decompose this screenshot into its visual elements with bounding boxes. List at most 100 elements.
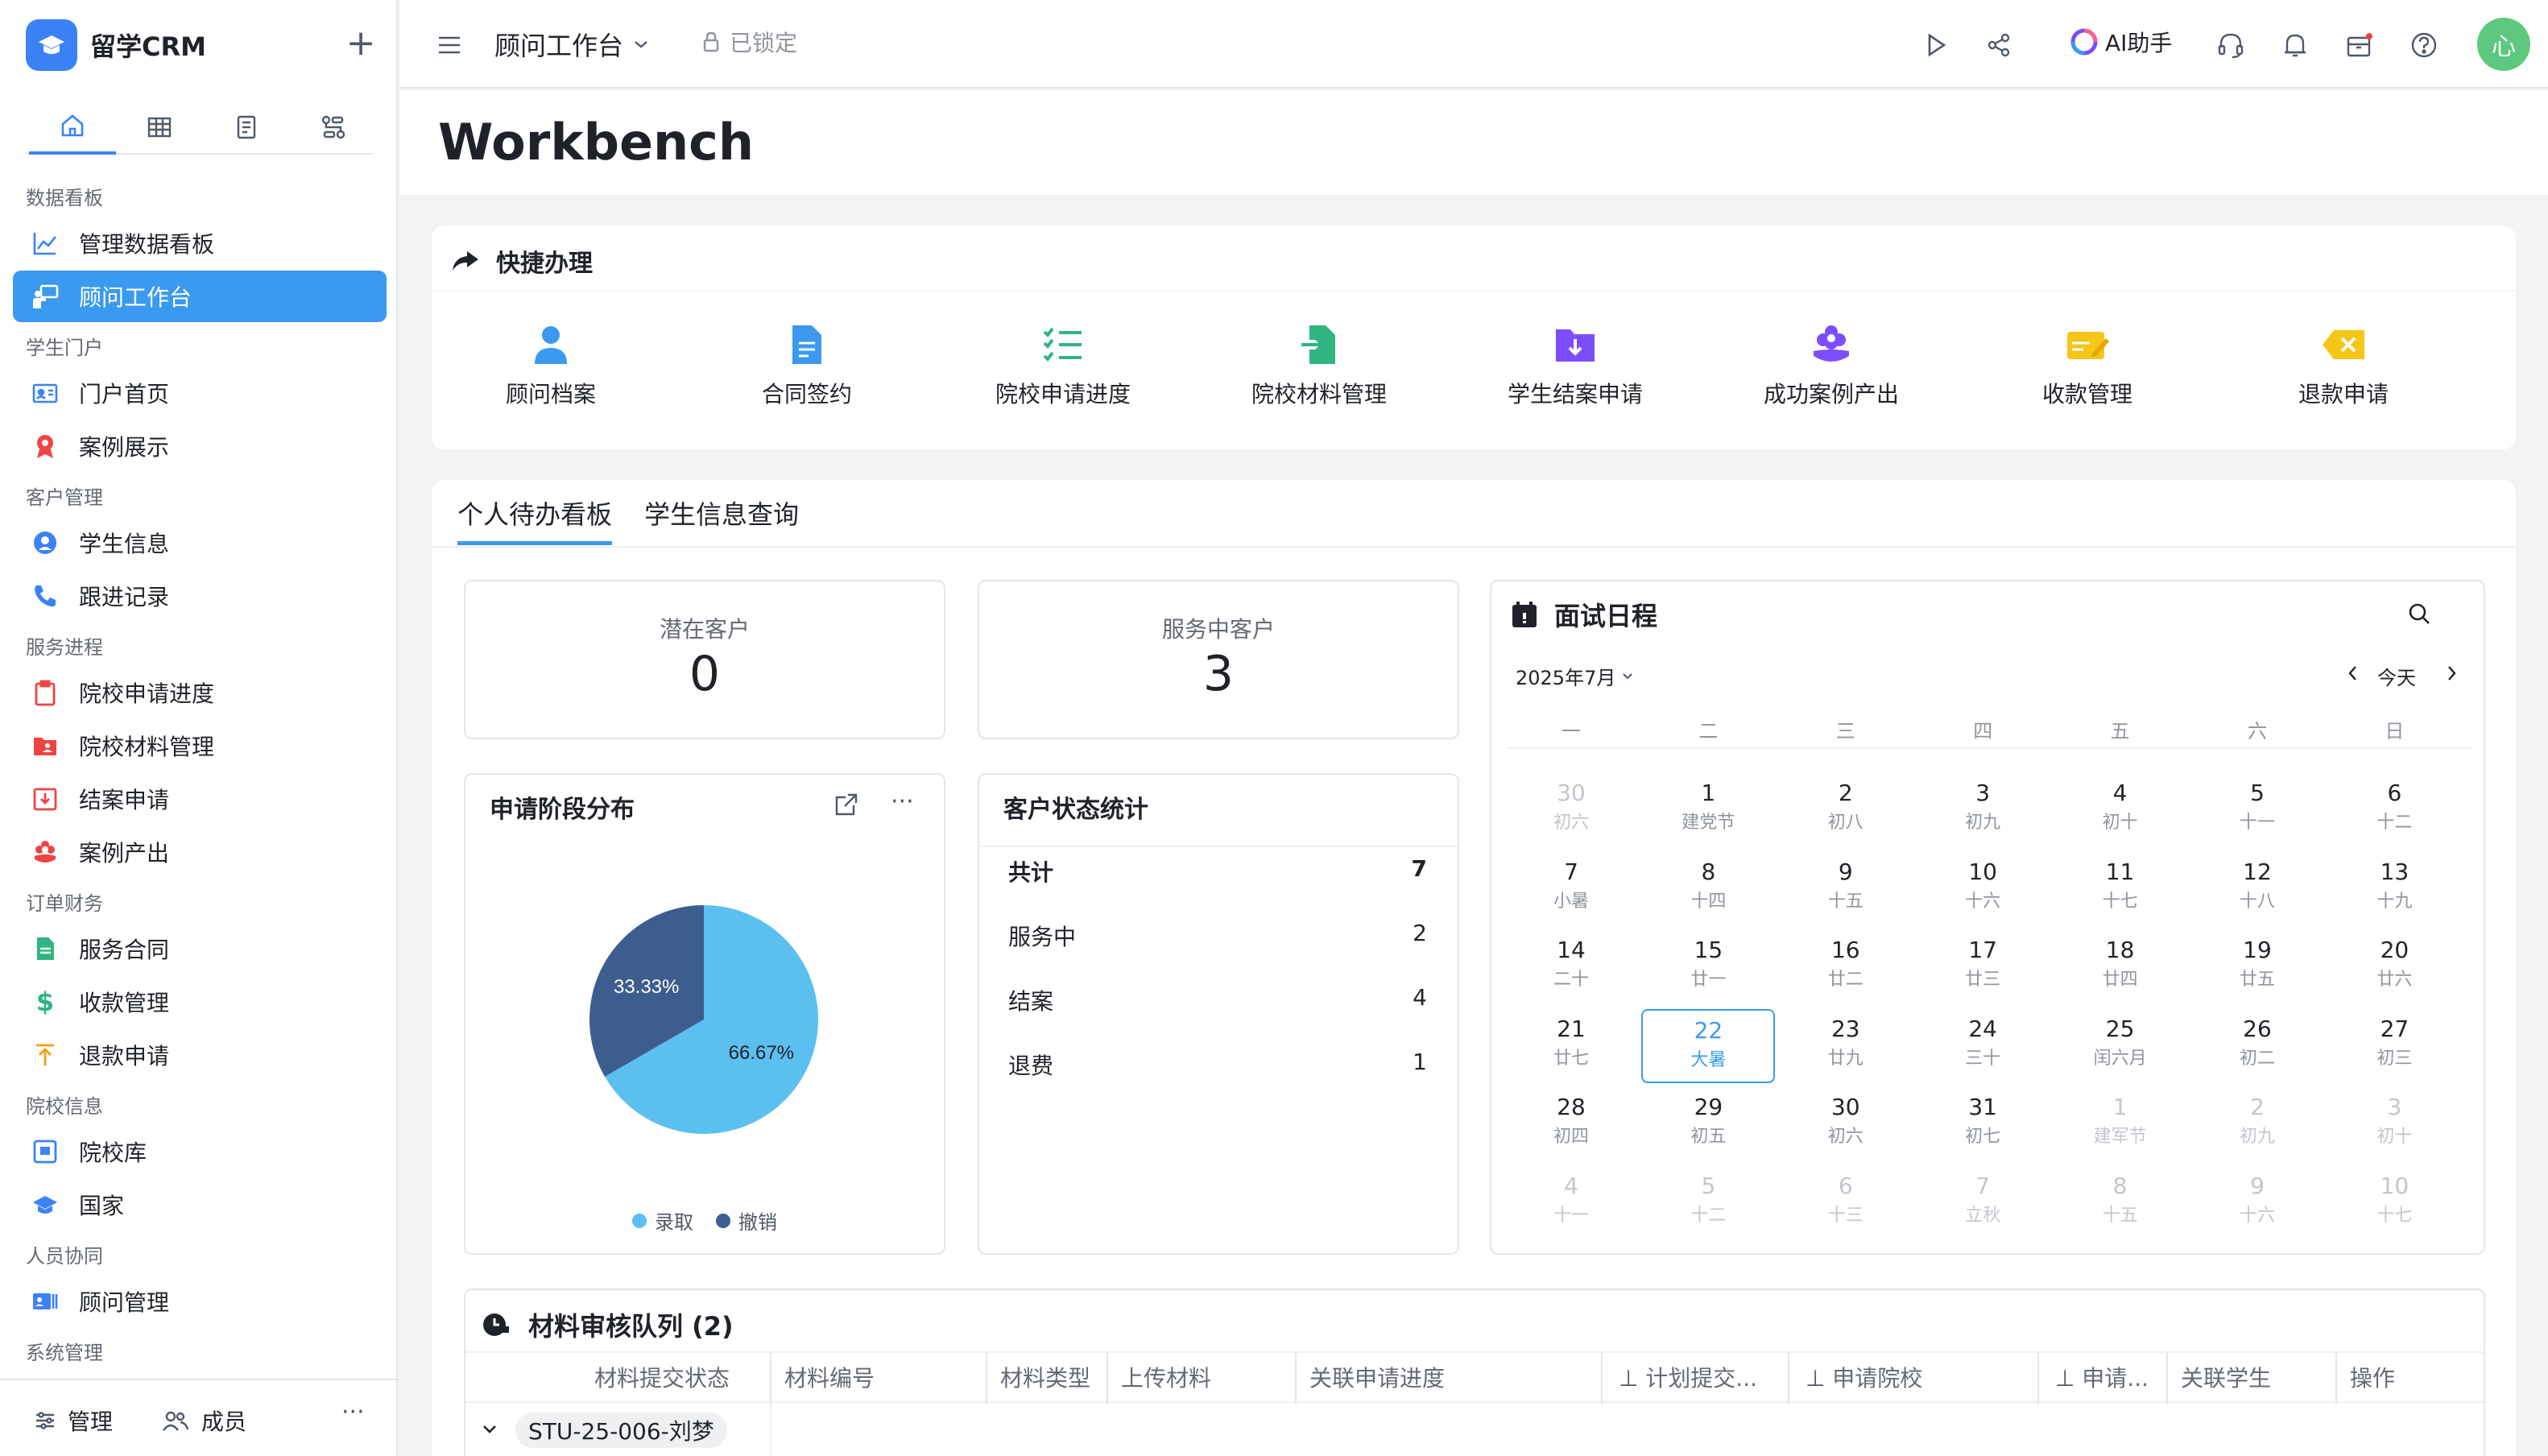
col-header[interactable]: 材料类型 [987,1353,1108,1404]
headset-icon[interactable] [2215,29,2247,61]
calendar-day[interactable]: 21 廿七 [1504,1009,1638,1083]
quick-action-checklist[interactable]: 院校申请进度 [974,322,1152,409]
nav-item-school-library[interactable]: 院校库 [13,1126,387,1177]
calendar-day[interactable]: 5 十二 [1641,1166,1775,1240]
quick-action-document[interactable]: 合同签约 [718,322,896,409]
calendar-day[interactable]: 11 十七 [2054,852,2187,926]
calendar-day[interactable]: 13 十九 [2327,852,2461,926]
nav-item-country[interactable]: 国家 [13,1179,387,1231]
calendar-day[interactable]: 7 立秋 [1916,1166,2050,1240]
quick-action-file-import[interactable]: 院校材料管理 [1231,322,1408,409]
calendar-day[interactable]: 27 初三 [2327,1009,2461,1083]
today-button[interactable]: 今天 [2377,662,2416,690]
calendar-day[interactable]: 9 十六 [2190,1166,2324,1240]
nav-item-case-closure[interactable]: 结案申请 [13,773,387,825]
calendar-day[interactable]: 19 廿五 [2190,930,2324,1004]
nav-item-materials[interactable]: 院校材料管理 [13,720,387,771]
more-icon[interactable]: ··· [341,1398,365,1426]
quick-action-pen-card[interactable]: 收款管理 [1999,322,2176,409]
calendar-day[interactable]: 30 初六 [1504,773,1638,847]
calendar-day[interactable]: 4 十一 [1504,1166,1638,1240]
chevron-down-icon[interactable] [482,1424,498,1435]
document-tab-icon[interactable] [203,100,290,155]
quick-action-flower[interactable]: 成功案例产出 [1743,322,1920,409]
col-header[interactable]: 材料编号 [771,1353,987,1404]
calendar-day[interactable]: 1 建军节 [2054,1087,2187,1161]
play-icon[interactable] [1920,29,1952,61]
search-icon[interactable] [2406,601,2432,630]
next-month-icon[interactable] [2443,664,2459,686]
calendar-day[interactable]: 10 十七 [2327,1166,2461,1240]
manage-button[interactable]: 管理 [34,1404,113,1437]
nav-item-advisor-management[interactable]: 顾问管理 [13,1276,387,1327]
inbox-icon[interactable] [2343,29,2376,61]
calendar-day[interactable]: 6 十三 [1779,1166,1913,1240]
calendar-day[interactable]: 12 十八 [2190,852,2324,926]
prev-month-icon[interactable] [2345,664,2361,686]
col-header[interactable]: ⊥ 申请院校 [1789,1353,2039,1404]
calendar-day[interactable]: 25 闰六月 [2054,1009,2187,1083]
col-header[interactable]: 材料提交状态 [465,1353,771,1404]
legend-item[interactable]: 撤销 [716,1206,777,1235]
calendar-day[interactable]: 20 廿六 [2327,930,2461,1004]
nav-item-refund[interactable]: 退款申请 [13,1029,387,1081]
nav-item-application-progress[interactable]: 院校申请进度 [13,667,387,718]
calendar-day[interactable]: 3 初十 [2327,1087,2461,1161]
month-selector[interactable]: 2025年7月 [1516,662,1633,690]
calendar-day[interactable]: 4 初十 [2054,773,2187,847]
calendar-day[interactable]: 9 十五 [1779,852,1913,926]
calendar-day[interactable]: 10 十六 [1916,852,2050,926]
nav-item-followup[interactable]: 跟进记录 [13,570,387,622]
calendar-day[interactable]: 24 三十 [1916,1009,2050,1083]
calendar-day[interactable]: 28 初四 [1504,1087,1638,1161]
calendar-day[interactable]: 8 十四 [1641,852,1775,926]
nav-item-advisor-workbench[interactable]: 顾问工作台 [13,271,387,322]
quick-action-folder-download[interactable]: 学生结案申请 [1487,322,1664,409]
calendar-day[interactable]: 17 廿三 [1916,930,2050,1004]
calendar-day[interactable]: 2 初八 [1779,773,1913,847]
calendar-day-today[interactable]: 22 大暑 [1641,1008,1776,1083]
calendar-day[interactable]: 3 初九 [1916,773,2050,847]
col-header[interactable]: 操作 [2337,1353,2487,1404]
bell-icon[interactable] [2279,29,2311,61]
nav-item-cases[interactable]: 案例展示 [13,420,387,472]
calendar-day[interactable]: 16 廿二 [1779,930,1913,1004]
quick-action-user[interactable]: 顾问档案 [462,322,639,409]
members-button[interactable]: 成员 [161,1404,246,1437]
calendar-day[interactable]: 2 初九 [2190,1087,2324,1161]
calendar-day[interactable]: 7 小暑 [1504,852,1638,926]
calendar-day[interactable]: 30 初六 [1779,1087,1913,1161]
table-tab-icon[interactable] [116,100,203,155]
col-header[interactable]: 关联申请进度 [1297,1353,1603,1404]
quick-action-backspace[interactable]: 退款申请 [2255,322,2432,409]
col-header[interactable]: ⊥ 申请... [2039,1353,2168,1404]
calendar-day[interactable]: 18 廿四 [2054,930,2187,1004]
home-tab-icon[interactable] [29,100,116,155]
calendar-day[interactable]: 23 廿九 [1779,1009,1913,1083]
ai-assistant-button[interactable]: AI助手 [2070,26,2172,58]
col-header[interactable]: ⊥ 计划提交... [1603,1353,1789,1404]
nav-item-admin-dashboard[interactable]: 管理数据看板 [13,217,387,269]
col-header[interactable]: 关联学生 [2168,1353,2337,1404]
menu-icon[interactable] [433,29,465,61]
table-row-group[interactable]: STU-25-006-刘梦 [465,1404,2484,1456]
calendar-day[interactable]: 31 初七 [1916,1087,2050,1161]
calendar-day[interactable]: 6 十二 [2327,773,2461,847]
brand[interactable]: 留学CRM [26,19,206,71]
nav-item-service-contract[interactable]: 服务合同 [13,923,387,974]
col-header[interactable]: 上传材料 [1108,1353,1297,1404]
nav-item-portal-home[interactable]: 门户首页 [13,367,387,419]
calendar-day[interactable]: 1 建党节 [1641,773,1775,847]
calendar-day[interactable]: 8 十五 [2054,1166,2187,1240]
workflow-tab-icon[interactable] [290,100,377,155]
calendar-day[interactable]: 5 十一 [2190,773,2324,847]
workspace-selector[interactable]: 顾问工作台 [494,26,649,63]
legend-item[interactable]: 录取 [632,1206,693,1235]
help-icon[interactable] [2408,29,2440,61]
nav-item-payments[interactable]: $ 收款管理 [13,976,387,1028]
share-icon[interactable] [1983,29,2015,61]
nav-item-student-info[interactable]: 学生信息 [13,517,387,569]
nav-item-case-output[interactable]: 案例产出 [13,826,387,878]
calendar-day[interactable]: 15 廿一 [1641,930,1775,1004]
tab-student-query[interactable]: 学生信息查询 [644,494,799,532]
